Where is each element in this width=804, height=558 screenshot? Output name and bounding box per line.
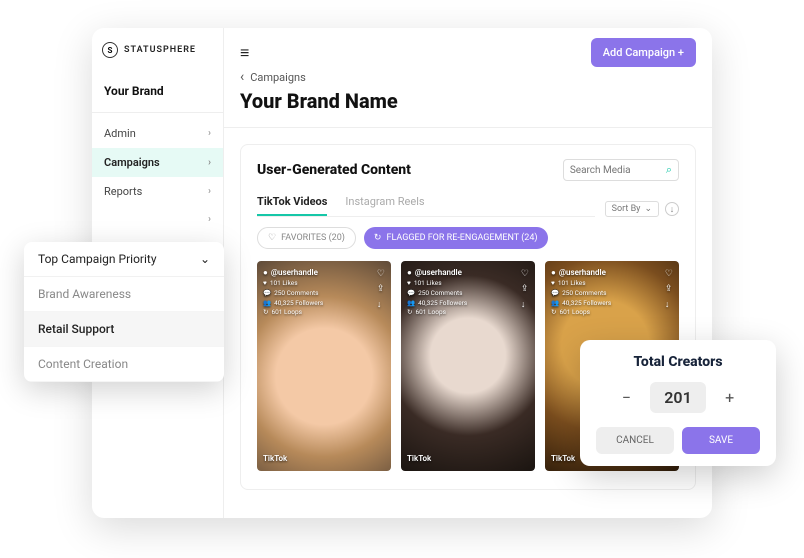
download-icon[interactable]: ↓ (665, 202, 679, 216)
content-thumbnail[interactable]: ●@userhandle ♥101 Likes 💬250 Comments 👥4… (401, 261, 535, 471)
tabs-row: TikTok Videos Instagram Reels Sort By ⌄ … (257, 195, 679, 217)
chip-flagged[interactable]: ↻ FLAGGED FOR RE-ENGAGEMENT (24) (364, 227, 548, 249)
breadcrumb-label: Campaigns (250, 71, 306, 84)
sidebar-item-reports[interactable]: Reports › (92, 177, 223, 206)
heart-icon: ♥ (263, 279, 267, 289)
loop-icon: ↻ (263, 308, 268, 318)
user-icon: ● (551, 267, 556, 279)
chevron-right-icon: › (208, 157, 211, 168)
refresh-icon: ↻ (374, 233, 382, 243)
heart-icon: ♡ (268, 233, 276, 243)
dropdown-item-retail-support[interactable]: Retail Support (24, 312, 224, 347)
user-icon: ● (263, 267, 268, 279)
chevron-right-icon: › (208, 186, 211, 197)
platform-badge: TikTok (551, 454, 575, 463)
content-thumbnail[interactable]: ●@userhandle ♥101 Likes 💬250 Comments 👥4… (257, 261, 391, 471)
heart-icon: ♥ (551, 279, 555, 289)
comment-icon: 💬 (551, 289, 559, 299)
cancel-button[interactable]: CANCEL (596, 427, 674, 454)
chip-label: FLAGGED FOR RE-ENGAGEMENT (24) (386, 233, 537, 243)
user-icon: ● (407, 267, 412, 279)
heart-icon[interactable]: ♡ (521, 269, 529, 279)
logo-text: STATUSPHERE (124, 45, 196, 55)
heart-icon[interactable]: ♡ (377, 269, 385, 279)
filter-chips: ♡ FAVORITES (20) ↻ FLAGGED FOR RE-ENGAGE… (257, 227, 679, 249)
sidebar-item-label: Admin (104, 127, 136, 140)
divider (92, 112, 223, 113)
chip-favorites[interactable]: ♡ FAVORITES (20) (257, 227, 356, 249)
loop-icon: ↻ (407, 308, 412, 318)
hamburger-icon[interactable]: ≡ (240, 43, 249, 63)
download-icon[interactable]: ↓ (377, 299, 385, 310)
handle-text: @userhandle (415, 267, 462, 279)
handle-text: @userhandle (559, 267, 606, 279)
chevron-down-icon: ⌄ (644, 204, 652, 214)
brand-title: Your Brand (92, 80, 223, 112)
share-icon[interactable]: ⇪ (377, 284, 385, 294)
search-icon: ⌕ (666, 163, 672, 177)
thumbnail-meta: ●@userhandle ♥101 Likes 💬250 Comments 👥4… (407, 267, 529, 318)
chevron-right-icon: › (208, 214, 211, 225)
dropdown-header[interactable]: Top Campaign Priority ⌄ (24, 242, 224, 277)
increment-button[interactable]: + (720, 388, 740, 407)
share-icon[interactable]: ⇪ (665, 284, 673, 294)
heart-icon[interactable]: ♡ (665, 269, 673, 279)
dropdown-item-brand-awareness[interactable]: Brand Awareness (24, 277, 224, 312)
topbar: ≡ Add Campaign + (224, 28, 712, 67)
page-title: Your Brand Name (224, 85, 712, 127)
heart-icon: ♥ (407, 279, 411, 289)
total-creators-card: Total Creators − 201 + CANCEL SAVE (580, 340, 776, 466)
panel-title: User-Generated Content (257, 162, 411, 178)
counter-value: 201 (650, 382, 705, 413)
sidebar-item-label: Campaigns (104, 156, 160, 169)
decrement-button[interactable]: − (616, 388, 636, 407)
logo-mark-icon: S (102, 42, 118, 58)
sidebar-item-label: Reports (104, 185, 142, 198)
followers-icon: 👥 (407, 299, 415, 309)
handle-text: @userhandle (271, 267, 318, 279)
sort-dropdown[interactable]: Sort By ⌄ (605, 201, 659, 217)
loop-icon: ↻ (551, 308, 556, 318)
divider (224, 127, 712, 128)
panel-header: User-Generated Content ⌕ (257, 159, 679, 181)
sidebar-item-campaigns[interactable]: Campaigns › (92, 148, 223, 177)
thumbnail-meta: ●@userhandle ♥101 Likes 💬250 Comments 👥4… (551, 267, 673, 318)
chevron-down-icon: ⌄ (200, 252, 210, 266)
thumbnail-meta: ●@userhandle ♥101 Likes 💬250 Comments 👥4… (263, 267, 385, 318)
save-button[interactable]: SAVE (682, 427, 760, 454)
platform-badge: TikTok (407, 454, 431, 463)
followers-icon: 👥 (263, 299, 271, 309)
thumbnail-actions: ♡ ⇪ ↓ (377, 269, 385, 310)
download-icon[interactable]: ↓ (521, 299, 529, 310)
sort-controls: Sort By ⌄ ↓ (605, 201, 679, 217)
sort-label: Sort By (612, 204, 641, 214)
sidebar-item-admin[interactable]: Admin › (92, 119, 223, 148)
tabs: TikTok Videos Instagram Reels (257, 195, 595, 217)
chip-label: FAVORITES (20) (281, 233, 345, 243)
chevron-left-icon: ‹ (240, 69, 244, 85)
chevron-right-icon: › (208, 128, 211, 139)
platform-badge: TikTok (263, 454, 287, 463)
comment-icon: 💬 (263, 289, 271, 299)
followers-icon: 👥 (551, 299, 559, 309)
thumbnail-actions: ♡ ⇪ ↓ (665, 269, 673, 310)
thumbnail-actions: ♡ ⇪ ↓ (521, 269, 529, 310)
sidebar-item-placeholder-1[interactable]: › (92, 206, 223, 233)
dropdown-item-content-creation[interactable]: Content Creation (24, 347, 224, 382)
search-box[interactable]: ⌕ (563, 159, 679, 181)
counter-actions: CANCEL SAVE (596, 427, 760, 454)
add-campaign-button[interactable]: Add Campaign + (591, 38, 696, 67)
tab-instagram-reels[interactable]: Instagram Reels (345, 195, 424, 216)
priority-dropdown: Top Campaign Priority ⌄ Brand Awareness … (24, 242, 224, 382)
search-input[interactable] (570, 165, 660, 176)
comment-icon: 💬 (407, 289, 415, 299)
breadcrumb[interactable]: ‹ Campaigns (224, 67, 712, 85)
dropdown-title: Top Campaign Priority (38, 252, 157, 266)
counter-stepper: − 201 + (596, 382, 760, 413)
counter-title: Total Creators (596, 354, 760, 370)
tab-tiktok-videos[interactable]: TikTok Videos (257, 195, 327, 216)
logo: S STATUSPHERE (92, 28, 223, 80)
download-icon[interactable]: ↓ (665, 299, 673, 310)
share-icon[interactable]: ⇪ (521, 284, 529, 294)
